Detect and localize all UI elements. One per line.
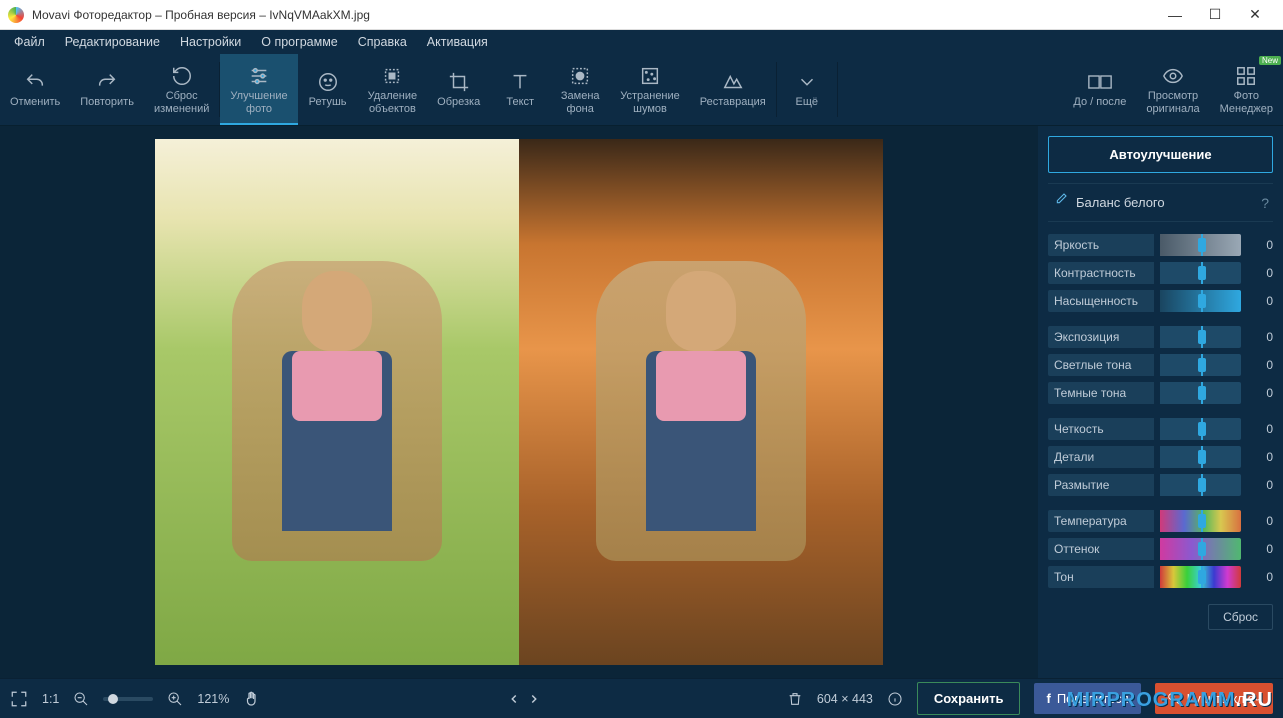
highlights-slider[interactable]: Светлые тона0 [1048, 352, 1273, 378]
photo-manager-button[interactable]: New Фото Менеджер [1210, 54, 1283, 125]
tint-slider[interactable]: Оттенок0 [1048, 536, 1273, 562]
crop-icon [447, 70, 471, 94]
close-button[interactable]: ✕ [1235, 1, 1275, 29]
menu-activation[interactable]: Активация [419, 33, 496, 51]
minimize-button[interactable]: — [1155, 1, 1195, 29]
image-dimensions: 604 × 443 [817, 692, 873, 706]
details-slider[interactable]: Детали0 [1048, 444, 1273, 470]
more-button[interactable]: Ещё [777, 54, 837, 125]
before-image [155, 139, 519, 665]
enhance-button[interactable]: Улучшение фото [220, 54, 297, 125]
eyedropper-icon [1052, 192, 1068, 213]
undo-button[interactable]: Отменить [0, 54, 70, 125]
eye-icon [1161, 64, 1185, 88]
zoom-slider[interactable] [103, 697, 153, 701]
compare-icon [1088, 70, 1112, 94]
face-icon [316, 70, 340, 94]
crop-button[interactable]: Обрезка [427, 54, 490, 125]
menu-about[interactable]: О программе [253, 33, 345, 51]
chevron-down-icon [795, 70, 819, 94]
delete-button[interactable] [787, 691, 803, 707]
menubar: Файл Редактирование Настройки О программ… [0, 30, 1283, 54]
zoom-in-button[interactable] [167, 691, 183, 707]
white-balance-row[interactable]: Баланс белого ? [1048, 183, 1273, 222]
statusbar: 1:1 121% 604 × 443 Сохранить fПоделиться… [0, 678, 1283, 718]
blur-slider[interactable]: Размытие0 [1048, 472, 1273, 498]
fullscreen-button[interactable] [10, 690, 28, 708]
window-titlebar: Movavi Фоторедактор – Пробная версия – I… [0, 0, 1283, 30]
toolbar: Отменить Повторить Сброс изменений Улучш… [0, 54, 1283, 126]
exposure-slider[interactable]: Экспозиция0 [1048, 324, 1273, 350]
restore-icon [721, 70, 745, 94]
restore-button[interactable]: Реставрация [690, 54, 776, 125]
menu-edit[interactable]: Редактирование [57, 33, 168, 51]
grid-icon [1234, 64, 1258, 88]
shadows-slider[interactable]: Темные тона0 [1048, 380, 1273, 406]
view-original-button[interactable]: Просмотр оригинала [1136, 54, 1209, 125]
contrast-slider[interactable]: Контрастность0 [1048, 260, 1273, 286]
after-image [519, 139, 883, 665]
zoom-out-button[interactable] [73, 691, 89, 707]
next-image-button[interactable] [527, 692, 541, 706]
noise-button[interactable]: Устранение шумов [610, 54, 690, 125]
sliders-icon [247, 64, 271, 88]
zoom-value: 121% [197, 692, 229, 706]
app-icon [8, 7, 24, 23]
text-icon [508, 70, 532, 94]
hand-tool-button[interactable] [243, 690, 261, 708]
undo-icon [23, 70, 47, 94]
menu-file[interactable]: Файл [6, 33, 53, 51]
reset-icon [170, 64, 194, 88]
bg-icon [568, 64, 592, 88]
window-title: Movavi Фоторедактор – Пробная версия – I… [32, 8, 1155, 22]
adjustments-panel: Автоулучшение Баланс белого ? Яркость0 К… [1038, 126, 1283, 678]
saturation-slider[interactable]: Насыщенность0 [1048, 288, 1273, 314]
canvas-area[interactable] [0, 126, 1038, 678]
auto-enhance-button[interactable]: Автоулучшение [1048, 136, 1273, 173]
remove-objects-button[interactable]: Удаление объектов [358, 54, 428, 125]
redo-icon [95, 70, 119, 94]
before-after-view [155, 139, 883, 665]
brightness-slider[interactable]: Яркость0 [1048, 232, 1273, 258]
menu-help[interactable]: Справка [350, 33, 415, 51]
save-button[interactable]: Сохранить [917, 682, 1021, 715]
retouch-button[interactable]: Ретушь [298, 54, 358, 125]
actual-size-button[interactable]: 1:1 [42, 692, 59, 706]
menu-settings[interactable]: Настройки [172, 33, 249, 51]
help-icon[interactable]: ? [1261, 195, 1269, 211]
info-button[interactable] [887, 691, 903, 707]
temperature-slider[interactable]: Температура0 [1048, 508, 1273, 534]
eraser-icon [380, 64, 404, 88]
before-after-button[interactable]: До / после [1063, 54, 1136, 125]
maximize-button[interactable]: ☐ [1195, 1, 1235, 29]
new-badge: New [1259, 56, 1281, 65]
panel-reset-button[interactable]: Сброс [1208, 604, 1273, 630]
prev-image-button[interactable] [507, 692, 521, 706]
redo-button[interactable]: Повторить [70, 54, 144, 125]
hue-slider[interactable]: Тон0 [1048, 564, 1273, 590]
bg-replace-button[interactable]: Замена фона [550, 54, 610, 125]
buy-key-button[interactable]: Купить ключ [1155, 683, 1273, 714]
text-button[interactable]: Текст [490, 54, 550, 125]
noise-icon [638, 64, 662, 88]
reset-changes-button[interactable]: Сброс изменений [144, 54, 219, 125]
sharpness-slider[interactable]: Четкость0 [1048, 416, 1273, 442]
share-button[interactable]: fПоделиться [1034, 683, 1140, 714]
